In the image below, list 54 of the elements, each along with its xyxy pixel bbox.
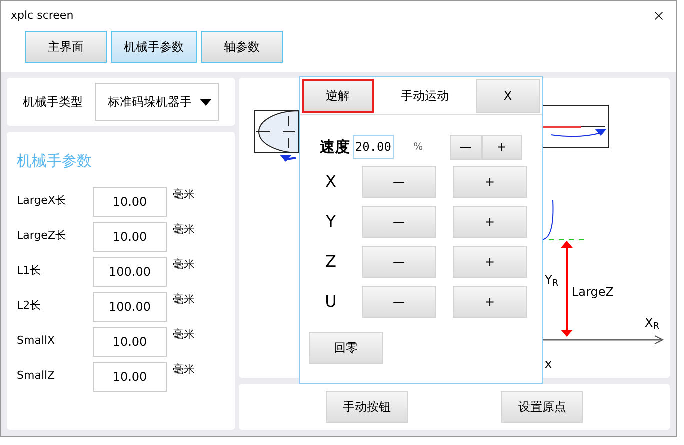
axis-label: U — [324, 291, 338, 313]
speed-label: 速度 — [320, 136, 351, 158]
unit-label: % — [414, 140, 424, 154]
action-button[interactable]: 手动按钮 — [326, 391, 408, 423]
param-label: L2长 — [17, 298, 42, 314]
window-title: xplc screen — [11, 8, 74, 24]
diagram-label: Y$_{R}$ — [545, 274, 559, 286]
param-label: SmallZ — [17, 368, 56, 384]
axis-plus-button[interactable]: + — [453, 206, 527, 238]
action-button[interactable]: 设置原点 — [501, 391, 584, 423]
speed-field[interactable]: 20.00 — [353, 135, 394, 159]
param-field[interactable]: 10.00 — [93, 222, 167, 252]
tab[interactable]: 轴参数 — [201, 31, 283, 63]
axis-label: X — [324, 171, 338, 193]
home-button[interactable]: 回零 — [309, 332, 383, 364]
axis-plus-button[interactable]: + — [453, 286, 527, 318]
axis-plus-button[interactable]: + — [453, 246, 527, 278]
dialog-title: 手动运动 — [400, 88, 450, 104]
axis-plus-button[interactable]: + — [453, 166, 527, 198]
inverse-button[interactable]: 逆解 — [302, 78, 374, 112]
type-dropdown[interactable]: 标准码垛机器手 — [95, 83, 219, 121]
diagram-label: LargeZ — [572, 286, 614, 298]
tab[interactable]: 主界面 — [25, 31, 107, 63]
axis-label: Z — [324, 251, 338, 273]
speed-minus-button[interactable]: — — [450, 134, 482, 160]
param-field[interactable]: 10.00 — [93, 326, 167, 356]
param-label: LargeZ长 — [17, 228, 68, 244]
diagram-label: x — [545, 358, 552, 370]
unit-label: 毫米 — [173, 222, 195, 238]
dropdown-arrow-icon — [200, 98, 212, 106]
param-field[interactable]: 100.00 — [93, 292, 167, 322]
axis-minus-button[interactable]: — — [362, 206, 436, 238]
section-title: 机械手参数 — [17, 151, 93, 172]
param-field[interactable]: 10.00 — [93, 362, 167, 392]
param-field[interactable]: 100.00 — [93, 256, 167, 286]
unit-label: 毫米 — [173, 256, 195, 272]
diagram-label: X$_{R}$ — [645, 317, 660, 329]
param-label: SmallX — [17, 333, 56, 350]
close-icon[interactable] — [652, 9, 666, 23]
axis-label: Y — [325, 211, 337, 233]
param-field[interactable]: 10.00 — [93, 186, 167, 216]
param-label: L1长 — [17, 263, 42, 280]
unit-label: 毫米 — [173, 292, 195, 308]
tab[interactable]: 机械手参数 — [111, 31, 197, 63]
axis-minus-button[interactable]: — — [362, 246, 436, 278]
param-label: LargeX长 — [17, 193, 68, 210]
unit-label: 毫米 — [173, 326, 195, 342]
unit-label: 毫米 — [173, 186, 195, 202]
field-label: 机械手类型 — [23, 94, 83, 111]
speed-plus-button[interactable]: + — [482, 134, 522, 160]
axis-minus-button[interactable]: — — [362, 286, 436, 318]
unit-label: 毫米 — [173, 362, 195, 378]
dialog-close-button[interactable]: X — [476, 78, 540, 112]
axis-minus-button[interactable]: — — [362, 166, 436, 198]
